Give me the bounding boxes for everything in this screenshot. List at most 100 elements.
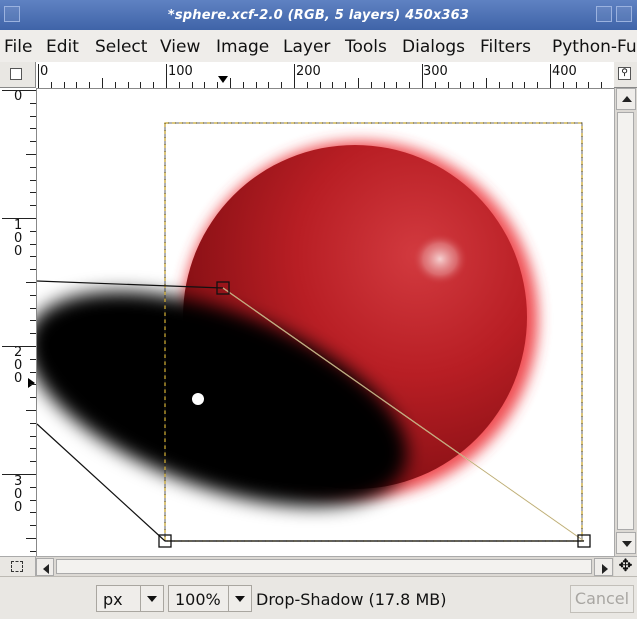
ruler-tick	[30, 448, 36, 450]
ruler-toggle-icon	[10, 68, 22, 80]
ruler-tick	[370, 82, 372, 88]
ruler-tick	[447, 82, 449, 88]
ruler-tick	[460, 82, 462, 88]
zoom-selector[interactable]: 100%	[168, 585, 252, 612]
status-bar: px 100% Drop-Shadow (17.8 MB) Cancel	[0, 576, 637, 619]
navigate-icon: ✥	[618, 556, 633, 576]
ruler-tick	[319, 82, 321, 88]
ruler-tick	[89, 82, 91, 88]
ruler-tick	[255, 82, 257, 88]
chevron-down-icon[interactable]	[140, 586, 163, 611]
ruler-tick	[30, 102, 36, 104]
pointer-position-marker	[28, 378, 35, 388]
ruler-tick	[30, 192, 36, 194]
ruler-tick	[306, 82, 308, 88]
ruler-tick	[178, 82, 180, 88]
arrow-right-icon	[602, 564, 608, 574]
menu-select[interactable]: Select	[95, 37, 147, 57]
vertical-ruler[interactable]: 0 1 0 0 2 0 0 3 0 0	[0, 88, 37, 556]
quick-mask-toggle[interactable]	[0, 556, 36, 576]
ruler-tick	[30, 358, 36, 360]
scroll-right-button[interactable]	[594, 558, 613, 576]
ruler-tick	[30, 333, 36, 335]
horizontal-scroll-thumb[interactable]	[56, 559, 592, 574]
menu-file[interactable]: File	[4, 37, 32, 57]
ruler-tick	[30, 115, 36, 117]
horizontal-scrollbar[interactable]	[36, 556, 614, 576]
ruler-label: 400	[552, 64, 577, 79]
ruler-tick	[63, 82, 65, 88]
ruler-tick	[396, 82, 398, 88]
ruler-tick	[268, 82, 270, 88]
ruler-tick	[562, 82, 564, 88]
ruler-tick	[588, 82, 590, 88]
menu-filters[interactable]: Filters	[480, 37, 531, 57]
menu-python-fu[interactable]: Python-Fu	[552, 37, 637, 57]
vertical-scrollbar[interactable]	[614, 88, 637, 556]
canvas-artwork	[37, 122, 591, 548]
transform-center-point[interactable]	[192, 393, 204, 405]
ruler-tick	[30, 141, 36, 143]
ruler-tick	[30, 269, 36, 271]
ruler-tick	[30, 243, 36, 245]
horizontal-ruler[interactable]: 0 100 200 300 400	[36, 62, 614, 89]
ruler-tick	[30, 422, 36, 424]
ruler-tick	[30, 230, 36, 232]
menu-dialogs[interactable]: Dialogs	[402, 37, 465, 57]
chevron-down-icon[interactable]	[228, 586, 251, 611]
cancel-button[interactable]: Cancel	[570, 585, 634, 613]
ruler-tick	[537, 82, 539, 88]
ruler-label: 0	[40, 64, 49, 79]
menu-image[interactable]: Image	[216, 37, 269, 57]
ruler-tick	[30, 307, 36, 309]
unit-value: px	[103, 590, 123, 609]
window-title: *sphere.xcf-2.0 (RGB, 5 layers) 450x363	[167, 8, 470, 23]
scroll-down-button[interactable]	[616, 532, 636, 554]
vertical-scroll-thumb[interactable]	[617, 112, 634, 530]
ruler-tick	[30, 320, 36, 322]
scroll-up-button[interactable]	[616, 88, 636, 110]
menu-edit[interactable]: Edit	[46, 37, 79, 57]
ruler-tick	[30, 256, 36, 258]
ruler-tick	[30, 294, 36, 296]
title-bar[interactable]: *sphere.xcf-2.0 (RGB, 5 layers) 450x363	[0, 0, 637, 30]
ruler-tick	[383, 82, 385, 88]
ruler-tick	[422, 64, 423, 88]
ruler-tick	[473, 82, 475, 88]
ruler-tick	[575, 82, 577, 88]
ruler-tick	[242, 82, 244, 88]
unit-selector[interactable]: px	[96, 585, 164, 612]
ruler-tick	[140, 82, 142, 88]
scroll-left-button[interactable]	[36, 558, 54, 576]
arrow-down-icon	[622, 541, 632, 547]
ruler-tick	[2, 90, 36, 91]
ruler-tick	[30, 486, 36, 488]
ruler-tick	[26, 154, 36, 155]
zoom-value: 100%	[175, 590, 221, 609]
ruler-label: 300	[423, 64, 448, 79]
image-canvas[interactable]	[37, 89, 614, 556]
pointer-position-marker	[218, 76, 228, 83]
sphere-highlight	[412, 233, 468, 285]
menu-view[interactable]: View	[160, 37, 200, 57]
ruler-tick	[511, 82, 513, 88]
ruler-tick	[409, 82, 411, 88]
ruler-tick	[30, 384, 36, 386]
menu-tools[interactable]: Tools	[345, 37, 387, 57]
close-icon[interactable]	[616, 6, 632, 22]
quick-mask-icon	[11, 561, 23, 572]
ruler-tick	[281, 82, 283, 88]
zoom-button[interactable]: ⚲	[614, 62, 637, 88]
ruler-toggle-button[interactable]	[0, 62, 36, 88]
zoom-icon: ⚲	[618, 67, 631, 80]
ruler-tick	[76, 82, 78, 88]
ruler-tick	[30, 128, 36, 130]
ruler-tick	[26, 282, 36, 283]
ruler-tick	[524, 82, 526, 88]
ruler-tick	[166, 64, 167, 88]
maximize-icon[interactable]	[596, 6, 612, 22]
navigate-button[interactable]: ✥	[614, 556, 637, 576]
menu-layer[interactable]: Layer	[283, 37, 330, 57]
ruler-tick	[26, 410, 36, 411]
arrow-left-icon	[43, 564, 49, 574]
